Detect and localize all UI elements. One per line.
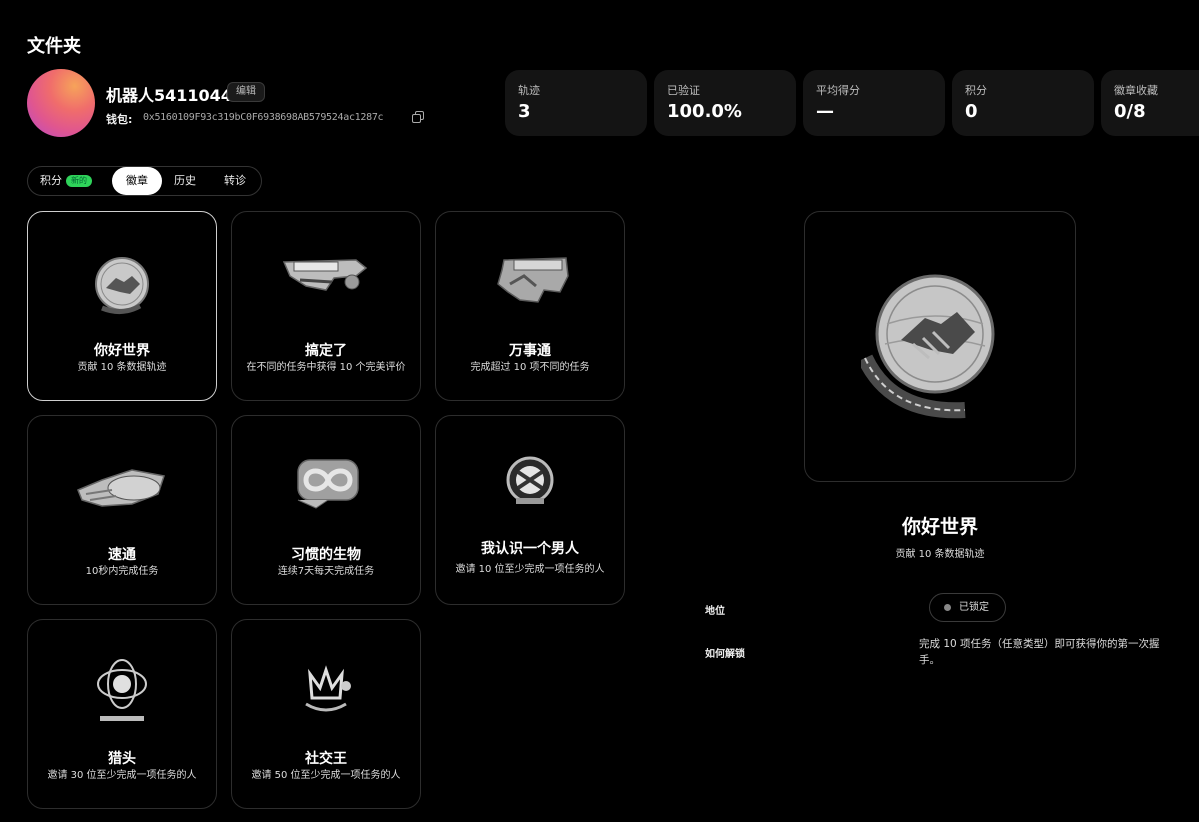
- wallet-label: 钱包:: [106, 113, 133, 126]
- detail-badge-desc: 贡献 10 条数据轨迹: [895, 549, 985, 560]
- tab-referrals[interactable]: 转诊: [224, 167, 246, 195]
- badge-name: 搞定了: [305, 343, 347, 359]
- badge-desc: 邀请 30 位至少完成一项任务的人: [47, 770, 197, 781]
- toolbox-badge-icon: [497, 257, 569, 303]
- badge-card-nailed-it[interactable]: 搞定了 在不同的任务中获得 10 个完美评价: [231, 211, 421, 401]
- badge-desc: 邀请 50 位至少完成一项任务的人: [251, 770, 401, 781]
- badge-card-i-know-a-guy[interactable]: 我认识一个男人 邀请 10 位至少完成一项任务的人: [435, 415, 625, 605]
- stat-value: 3: [518, 101, 531, 122]
- badge-name: 速通: [108, 547, 136, 563]
- stat-value: 0/8: [1114, 101, 1146, 122]
- handshake-badge-icon: [95, 257, 149, 314]
- badge-card-social-king[interactable]: 社交王 邀请 50 位至少完成一项任务的人: [231, 619, 421, 809]
- stat-label: 平均得分: [816, 84, 860, 97]
- mystery-man-badge-icon: [506, 456, 554, 504]
- stat-points: 积分 0: [952, 70, 1094, 136]
- badge-desc: 在不同的任务中获得 10 个完美评价: [246, 362, 406, 373]
- tab-label: 积分: [40, 174, 62, 187]
- badge-desc: 完成超过 10 项不同的任务: [470, 362, 590, 373]
- badge-card-jack-of-all-trades[interactable]: 万事通 完成超过 10 项不同的任务: [435, 211, 625, 401]
- stat-badge-collection: 徽章收藏 0/8: [1101, 70, 1199, 136]
- stat-value: —: [816, 101, 834, 122]
- badge-name: 社交王: [305, 751, 347, 767]
- status-badge: 已锁定: [929, 593, 1006, 622]
- tab-points[interactable]: 积分 新的: [40, 167, 92, 195]
- handshake-badge-large-icon: [861, 274, 995, 419]
- portfolio-page: 文件夹 机器人5411044 编辑 钱包: 0x5160109F93c319bC…: [0, 0, 1199, 822]
- copy-icon[interactable]: [412, 111, 424, 123]
- badge-desc: 邀请 10 位至少完成一项任务的人: [455, 564, 605, 575]
- stat-value: 0: [965, 101, 978, 122]
- badge-name: 我认识一个男人: [481, 541, 579, 557]
- unlock-description: 完成 10 项任务（任意类型）即可获得你的第一次握手。: [919, 638, 1160, 666]
- avatar: [27, 69, 95, 137]
- tab-bar: 积分 新的 徽章 历史 转诊: [27, 166, 262, 196]
- detail-badge-name: 你好世界: [901, 516, 978, 538]
- badge-desc: 贡献 10 条数据轨迹: [77, 362, 167, 373]
- badge-detail-preview: [804, 211, 1076, 482]
- stat-label: 积分: [965, 84, 987, 97]
- badge-desc: 连续7天每天完成任务: [277, 566, 375, 577]
- headhunter-badge-icon: [97, 659, 147, 721]
- status-label: 地位: [705, 606, 725, 617]
- badge-name: 习惯的生物: [291, 547, 361, 563]
- lock-status-dot-icon: [944, 604, 951, 611]
- social-king-badge-icon: [305, 665, 351, 712]
- stat-average-score: 平均得分 —: [803, 70, 945, 136]
- tab-badges[interactable]: 徽章: [112, 167, 162, 195]
- badge-card-speedrun[interactable]: 速通 10秒内完成任务: [27, 415, 217, 605]
- stat-label: 徽章收藏: [1114, 84, 1158, 97]
- page-title: 文件夹: [27, 36, 81, 57]
- badge-name: 你好世界: [94, 343, 150, 359]
- wallet-address: 0x5160109F93c319bC0F6938698AB579524ac128…: [143, 112, 384, 123]
- username: 机器人5411044: [106, 86, 232, 105]
- badge-desc: 10秒内完成任务: [85, 566, 159, 577]
- stat-label: 已验证: [667, 84, 700, 97]
- badge-card-hello-world[interactable]: 你好世界 贡献 10 条数据轨迹: [27, 211, 217, 401]
- hammer-badge-icon: [282, 259, 368, 291]
- new-badge: 新的: [66, 175, 92, 187]
- stat-verified: 已验证 100.0%: [654, 70, 796, 136]
- badge-card-headhunter[interactable]: 猎头 邀请 30 位至少完成一项任务的人: [27, 619, 217, 809]
- tab-history[interactable]: 历史: [174, 167, 196, 195]
- badge-name: 猎头: [108, 751, 136, 767]
- infinity-badge-icon: [297, 459, 359, 509]
- status-value: 已锁定: [959, 602, 989, 613]
- badge-card-creature-of-habit[interactable]: 习惯的生物 连续7天每天完成任务: [231, 415, 421, 605]
- edit-button[interactable]: 编辑: [227, 82, 265, 102]
- stat-value: 100.0%: [667, 101, 742, 122]
- badge-name: 万事通: [509, 343, 551, 359]
- speedrun-badge-icon: [77, 469, 165, 507]
- stat-trajectories: 轨迹 3: [505, 70, 647, 136]
- unlock-label: 如何解锁: [705, 649, 745, 660]
- stat-label: 轨迹: [518, 84, 540, 97]
